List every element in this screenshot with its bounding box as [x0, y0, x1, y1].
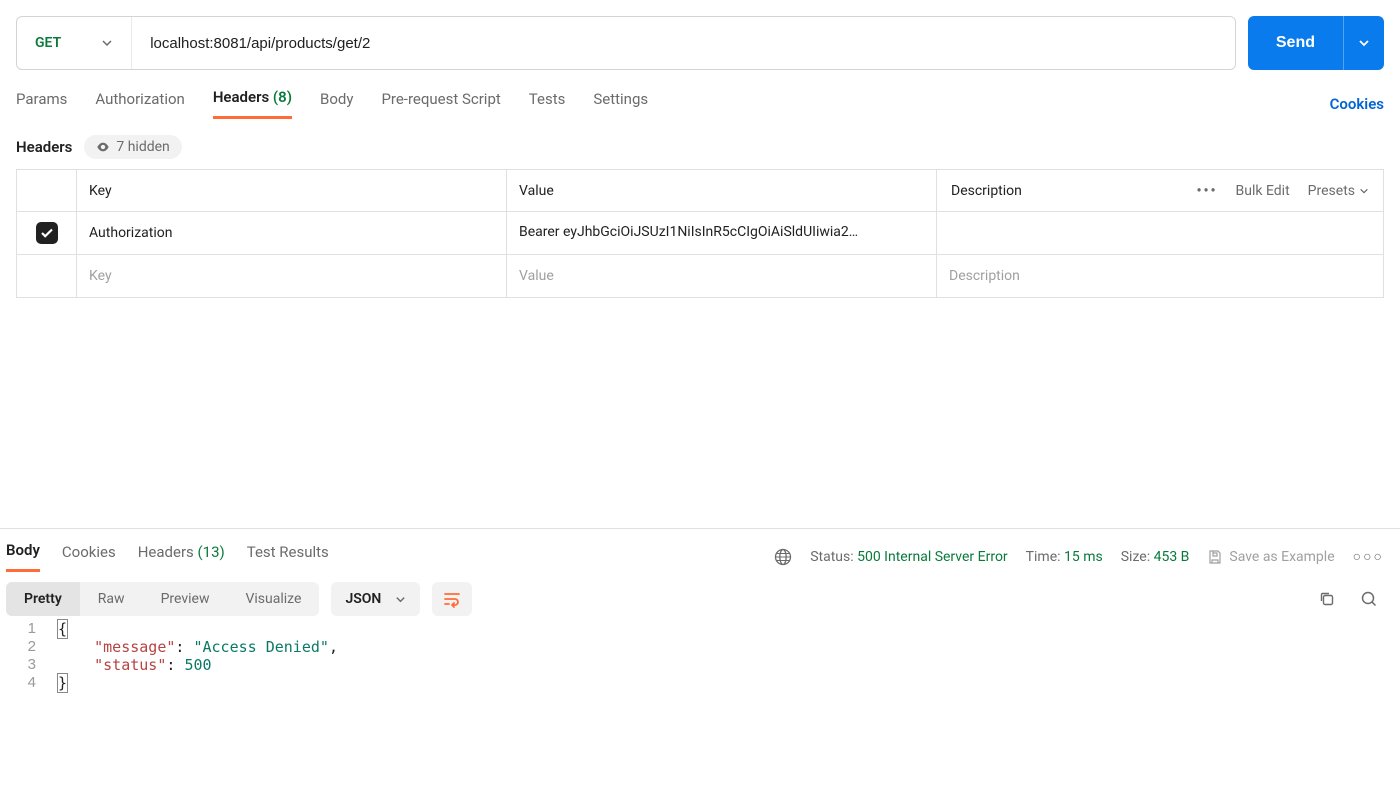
line-number: 3	[6, 656, 58, 674]
header-description-cell[interactable]	[937, 212, 1383, 254]
tab-label: Headers	[213, 88, 269, 106]
bulk-edit-button[interactable]: Bulk Edit	[1236, 183, 1290, 199]
response-tab-headers[interactable]: Headers (13)	[138, 543, 225, 571]
response-toolbar: Pretty Raw Preview Visualize JSON	[0, 572, 1400, 616]
wrap-icon	[442, 589, 462, 609]
url-input[interactable]	[132, 17, 1235, 69]
view-preview-button[interactable]: Preview	[143, 582, 228, 616]
headers-section-title: Headers 7 hidden	[0, 119, 1400, 169]
view-raw-button[interactable]: Raw	[80, 582, 143, 616]
http-method-select[interactable]: GET	[17, 17, 132, 69]
search-icon	[1360, 590, 1378, 608]
size-block[interactable]: Size: 453 B	[1121, 549, 1190, 565]
row-checkbox-cell[interactable]	[17, 255, 77, 297]
view-visualize-button[interactable]: Visualize	[227, 582, 319, 616]
hidden-headers-toggle[interactable]: 7 hidden	[84, 135, 181, 159]
status-label: Status:	[810, 549, 853, 565]
tab-body[interactable]: Body	[320, 90, 353, 118]
tab-count: (8)	[273, 88, 292, 106]
status-value: 500 Internal Server Error	[857, 549, 1008, 565]
value-column-header: Value	[507, 170, 937, 211]
time-label: Time:	[1026, 549, 1061, 565]
response-meta: Status: 500 Internal Server Error Time: …	[774, 548, 1384, 566]
save-icon	[1207, 549, 1223, 565]
key-column-header: Key	[77, 170, 507, 211]
response-tab-cookies[interactable]: Cookies	[62, 543, 116, 571]
presets-dropdown[interactable]: Presets	[1308, 183, 1369, 199]
header-description-placeholder[interactable]: Description	[937, 255, 1383, 297]
save-as-example-button[interactable]: Save as Example	[1207, 549, 1334, 565]
line-number: 2	[6, 638, 58, 656]
copy-button[interactable]	[1312, 584, 1342, 614]
save-example-label: Save as Example	[1229, 549, 1334, 565]
tab-authorization[interactable]: Authorization	[95, 90, 184, 118]
chevron-down-icon	[1359, 186, 1369, 196]
cookies-link[interactable]: Cookies	[1330, 95, 1384, 113]
size-label: Size:	[1121, 549, 1150, 565]
response-tab-test-results[interactable]: Test Results	[247, 543, 329, 571]
line-number: 4	[6, 674, 58, 692]
more-icon[interactable]: ○○○	[1353, 548, 1384, 565]
http-method-label: GET	[35, 35, 61, 51]
chevron-down-icon	[395, 594, 406, 605]
table-row: Authorization Bearer eyJhbGciOiJSUzI1NiI…	[17, 212, 1383, 255]
tab-headers[interactable]: Headers (8)	[213, 88, 292, 119]
send-button[interactable]: Send	[1248, 16, 1343, 70]
response-format-select[interactable]: JSON	[331, 582, 420, 616]
format-label: JSON	[345, 591, 381, 607]
chevron-down-icon	[101, 37, 113, 49]
checkbox-checked-icon	[36, 222, 58, 244]
line-number: 1	[6, 620, 58, 638]
request-tabs: Params Authorization Headers (8) Body Pr…	[0, 70, 1400, 119]
view-pretty-button[interactable]: Pretty	[6, 582, 80, 616]
view-mode-toggle: Pretty Raw Preview Visualize	[6, 582, 319, 616]
response-tabs: Body Cookies Headers (13) Test Results S…	[0, 529, 1400, 572]
tab-label: Headers	[138, 543, 194, 561]
more-icon[interactable]: •••	[1196, 183, 1217, 199]
eye-icon	[96, 140, 110, 154]
headers-table: Key Value Description ••• Bulk Edit Pres…	[16, 169, 1384, 298]
checkbox-column-header	[17, 170, 77, 211]
presets-label: Presets	[1308, 183, 1355, 199]
response-tab-body[interactable]: Body	[6, 541, 40, 572]
header-value-placeholder[interactable]: Value	[507, 255, 937, 297]
table-row-empty: Key Value Description	[17, 255, 1383, 297]
row-checkbox-cell[interactable]	[17, 212, 77, 254]
description-label: Description	[951, 183, 1022, 199]
size-value: 453 B	[1154, 549, 1190, 565]
header-key-placeholder[interactable]: Key	[77, 255, 507, 297]
wrap-lines-button[interactable]	[432, 582, 472, 616]
chevron-down-icon	[1358, 37, 1370, 49]
table-header-row: Key Value Description ••• Bulk Edit Pres…	[17, 170, 1383, 212]
status-block[interactable]: Status: 500 Internal Server Error	[810, 549, 1007, 565]
header-key-cell[interactable]: Authorization	[77, 212, 507, 254]
time-value: 15 ms	[1064, 549, 1103, 565]
send-dropdown-button[interactable]	[1343, 16, 1384, 70]
send-button-group: Send	[1248, 16, 1384, 70]
tab-params[interactable]: Params	[16, 90, 67, 118]
tab-settings[interactable]: Settings	[593, 90, 648, 118]
copy-icon	[1318, 590, 1336, 608]
headers-label: Headers	[16, 138, 72, 156]
hidden-count-label: 7 hidden	[116, 139, 169, 155]
tab-prerequest[interactable]: Pre-request Script	[381, 90, 500, 118]
tab-count: (13)	[198, 543, 225, 561]
header-value-cell[interactable]: Bearer eyJhbGciOiJSUzI1NiIsInR5cCIgOiAiS…	[507, 212, 937, 254]
response-body[interactable]: 1{ 2 "message": "Access Denied", 3 "stat…	[0, 616, 1400, 692]
description-column-header: Description ••• Bulk Edit Presets	[937, 170, 1383, 211]
method-url-bar: GET	[16, 16, 1236, 70]
search-button[interactable]	[1354, 584, 1384, 614]
tab-tests[interactable]: Tests	[529, 90, 566, 118]
globe-icon[interactable]	[774, 548, 792, 566]
time-block[interactable]: Time: 15 ms	[1026, 549, 1103, 565]
